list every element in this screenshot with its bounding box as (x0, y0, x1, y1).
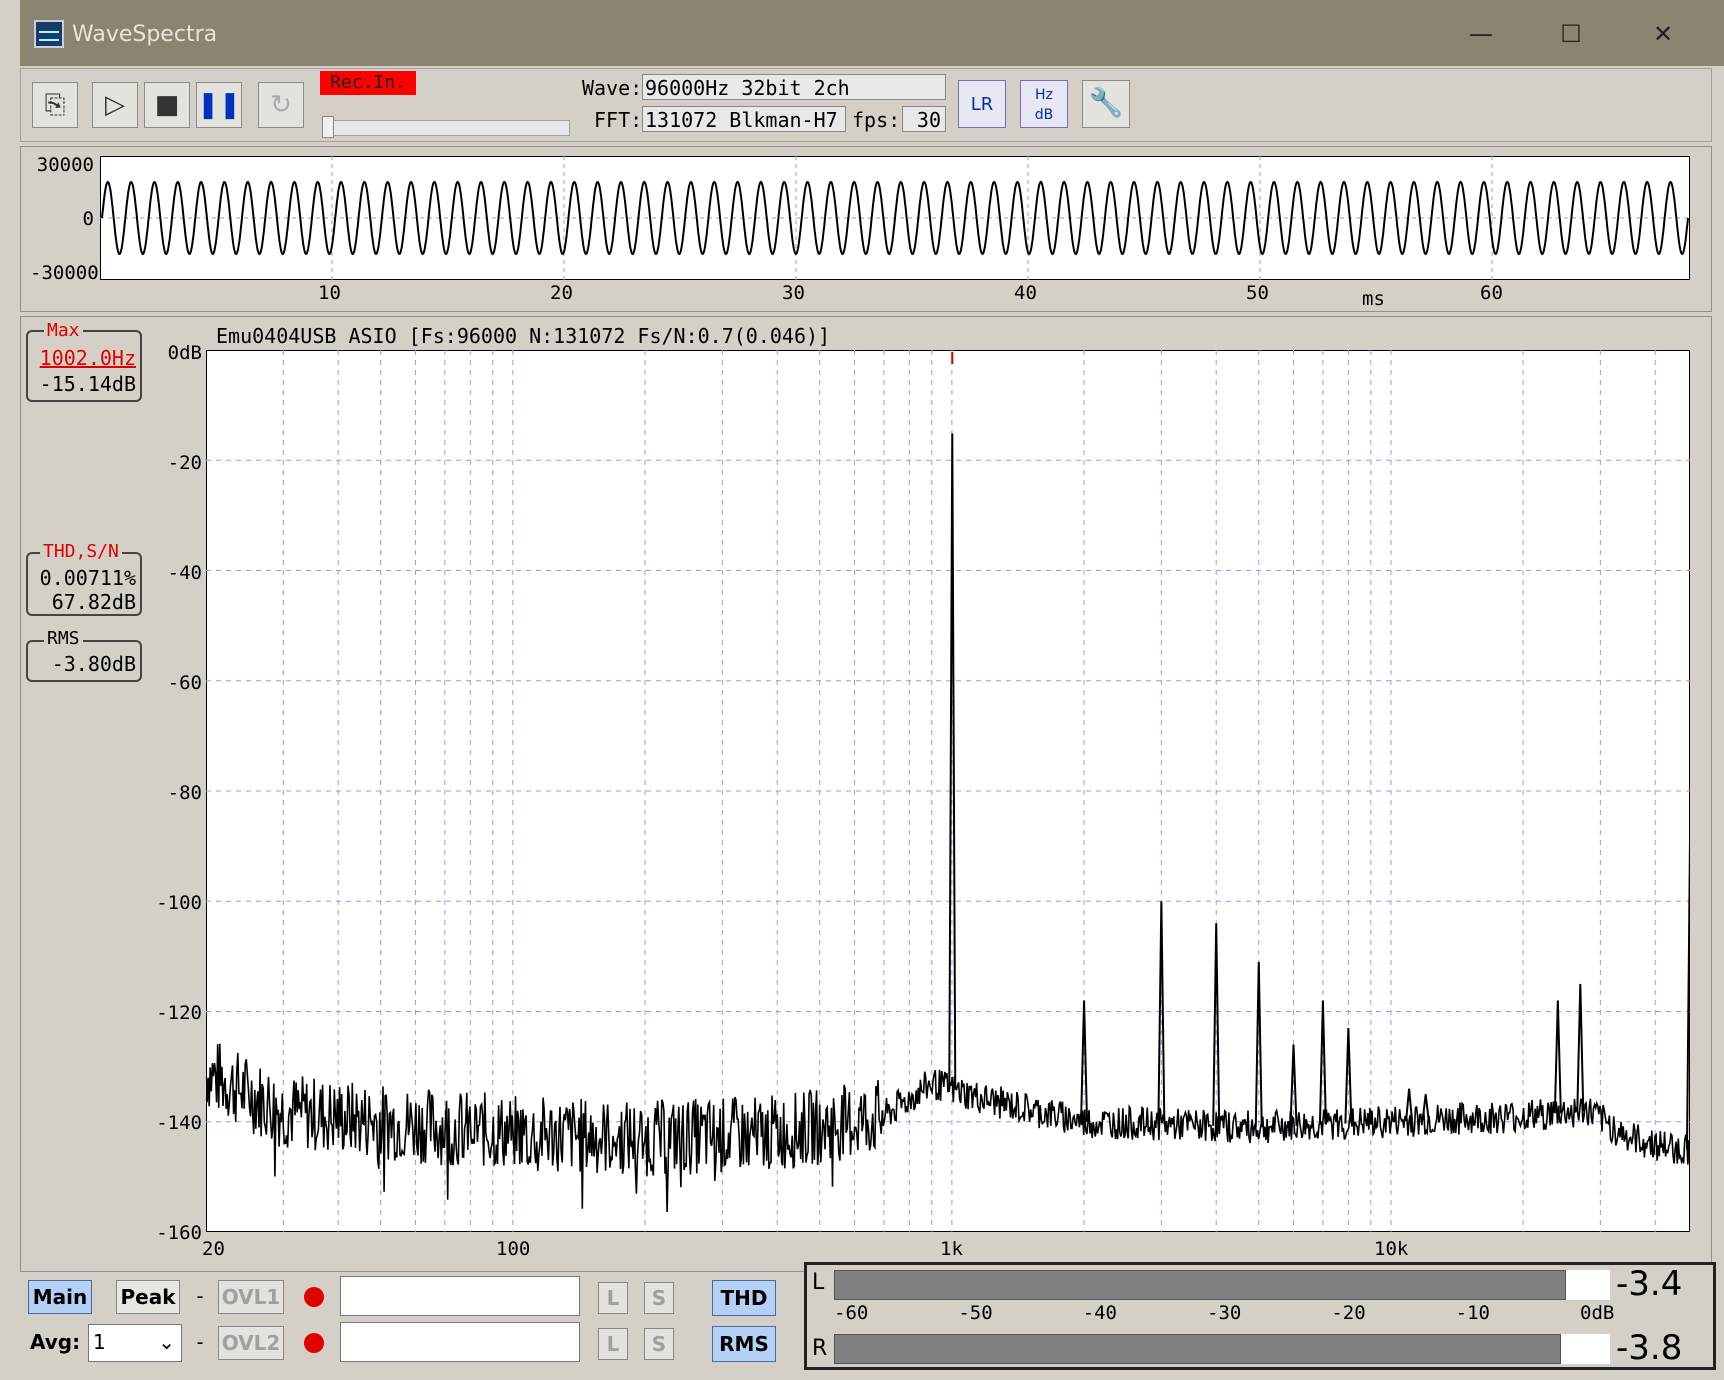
meter-level-fill (834, 1334, 1561, 1364)
meter-headroom (1566, 1270, 1610, 1300)
rms-button[interactable]: RMS (712, 1326, 776, 1362)
meter-headroom (1560, 1334, 1610, 1364)
ovl1-save-button[interactable]: S (644, 1282, 674, 1314)
spectrum-y-tick: -140 (156, 1112, 202, 1134)
wave-label: Wave: (582, 76, 643, 100)
spectrum-y-tick: -60 (167, 672, 202, 694)
waveform-plot (100, 156, 1690, 280)
max-level: -15.14dB (39, 372, 136, 396)
thd-button[interactable]: THD (712, 1280, 776, 1316)
spectrum-y-tick: -120 (156, 1002, 202, 1024)
wave-y-tick: -30000 (30, 262, 99, 284)
meter-left-bar (834, 1270, 1610, 1300)
fft-label: FFT: (594, 108, 643, 132)
meter-scale-tick: -20 (1331, 1302, 1366, 1324)
play-button[interactable]: ▷ (92, 82, 138, 128)
pause-button[interactable]: ❚❚ (196, 82, 242, 128)
wave-format-field: 96000Hz 32bit 2ch (642, 74, 946, 100)
wave-x-tick: 20 (550, 282, 573, 304)
wavespectra-app-icon (34, 20, 64, 48)
chevron-down-icon: ⌄ (158, 1330, 175, 1354)
wave-x-unit: ms (1362, 288, 1385, 310)
spectrum-y-tick: -160 (156, 1222, 202, 1244)
lr-channel-button[interactable]: LR (958, 80, 1006, 128)
meter-scale-tick: -40 (1082, 1302, 1117, 1324)
ovl1-name-field[interactable] (340, 1276, 580, 1316)
ovl2-record-dot-icon[interactable] (304, 1333, 324, 1353)
main-button[interactable]: Main (28, 1280, 92, 1314)
meter-scale-tick: -50 (958, 1302, 993, 1324)
meter-scale: -60 -50 -40 -30 -20 -10 0dB (834, 1302, 1614, 1326)
maximize-button[interactable]: ☐ (1528, 14, 1614, 54)
meter-left-value: -3.4 (1616, 1264, 1683, 1304)
ovl1-load-button[interactable]: L (598, 1282, 628, 1314)
settings-wrench-button[interactable]: 🔧 (1082, 80, 1130, 128)
meter-scale-tick: -10 (1455, 1302, 1490, 1324)
separator-dash: - (194, 1330, 207, 1354)
ovl2-save-button[interactable]: S (644, 1328, 674, 1360)
ovl2-load-button[interactable]: L (598, 1328, 628, 1360)
meter-right-bar (834, 1334, 1610, 1364)
ovl2-name-field[interactable] (340, 1322, 580, 1362)
ovl1-button[interactable]: OVL1 (218, 1280, 284, 1314)
wave-y-tick: 0 (82, 208, 94, 230)
peak-button[interactable]: Peak (116, 1280, 180, 1314)
avg-select-value: 1 (93, 1330, 106, 1354)
avg-label: Avg: (30, 1330, 81, 1354)
open-file-button[interactable]: ⎘ (32, 82, 78, 128)
meter-right-value: -3.8 (1616, 1328, 1683, 1368)
wave-x-tick: 30 (782, 282, 805, 304)
db-label: dB (1034, 107, 1054, 123)
stop-button[interactable]: ■ (144, 82, 190, 128)
max-frequency: 1002.0Hz (39, 346, 136, 370)
wave-x-tick: 10 (318, 282, 341, 304)
position-slider-thumb[interactable] (322, 116, 334, 138)
spectrum-y-tick: -80 (167, 782, 202, 804)
rec-in-indicator: Rec.In. (320, 71, 416, 95)
ovl2-button[interactable]: OVL2 (218, 1326, 284, 1360)
spectrum-y-tick: -20 (167, 452, 202, 474)
rms-value: -3.80dB (51, 652, 136, 676)
fps-field: 30 (902, 106, 946, 132)
rms-title: RMS (44, 628, 83, 649)
wave-y-tick: 30000 (36, 154, 94, 176)
wave-x-tick: 50 (1246, 282, 1269, 304)
separator-dash: - (194, 1284, 207, 1308)
meter-scale-tick: -30 (1207, 1302, 1242, 1324)
thd-sn-title: THD,S/N (40, 541, 122, 562)
ovl1-record-dot-icon[interactable] (304, 1287, 324, 1307)
spectrum-x-tick: 20 (202, 1238, 225, 1260)
window-title: WaveSpectra (72, 22, 218, 47)
wave-x-tick: 60 (1480, 282, 1503, 304)
hz-label: Hz (1035, 87, 1053, 103)
meter-scale-tick: 0dB (1580, 1302, 1615, 1324)
meter-scale-tick: -60 (834, 1302, 869, 1324)
close-button[interactable]: ✕ (1620, 14, 1706, 54)
hz-db-scale-button[interactable]: Hz dB (1020, 80, 1068, 128)
meter-right-label: R (812, 1336, 828, 1361)
spectrum-y-tick: -100 (156, 892, 202, 914)
repeat-button[interactable]: ↻ (258, 82, 304, 128)
fft-setting-field: 131072 Blkman-H7 (642, 106, 846, 132)
max-title: Max (44, 320, 83, 341)
meter-level-fill (834, 1270, 1567, 1300)
minimize-button[interactable]: — (1438, 14, 1524, 54)
sn-value: 67.82dB (51, 590, 136, 614)
spectrum-x-tick: 10k (1374, 1238, 1409, 1260)
thd-value: 0.00711% (39, 566, 136, 590)
spectrum-y-tick: -40 (167, 562, 202, 584)
spectrum-header: Emu0404USB ASIO [Fs:96000 N:131072 Fs/N:… (216, 324, 831, 348)
meter-left-label: L (812, 1270, 825, 1295)
spectrum-x-tick: 1k (940, 1238, 963, 1260)
wave-x-tick: 40 (1014, 282, 1037, 304)
fps-label: fps: (852, 108, 901, 132)
spectrum-y-tick: 0dB (167, 342, 202, 364)
position-slider-track[interactable] (324, 120, 570, 136)
avg-select[interactable]: 1 ⌄ (88, 1324, 182, 1362)
spectrum-plot (206, 350, 1690, 1232)
spectrum-x-tick: 100 (496, 1238, 531, 1260)
